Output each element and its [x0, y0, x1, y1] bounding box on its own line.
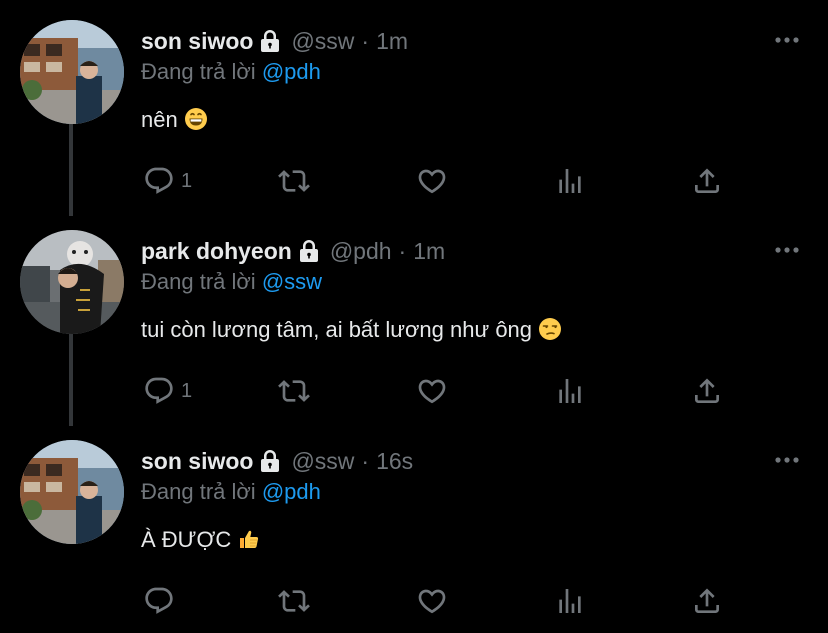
username-handle[interactable]: @ssw — [291, 448, 354, 475]
avatar[interactable] — [20, 20, 124, 124]
action-bar: 1 — [0, 374, 828, 408]
reply-icon — [143, 375, 175, 407]
share-icon — [691, 585, 723, 617]
action-bar: 1 — [0, 164, 828, 198]
grinning-face-emoji — [184, 107, 208, 131]
like-button[interactable] — [416, 164, 448, 198]
analytics-button[interactable] — [554, 584, 586, 618]
lock-icon — [298, 239, 320, 263]
tweet-1[interactable]: son siwoo @ssw · 1m Đang trả lời @pdh nê… — [0, 0, 828, 216]
reply-button[interactable] — [143, 584, 181, 618]
heart-icon — [416, 165, 448, 197]
retweet-icon — [278, 585, 310, 617]
tweet-2[interactable]: park dohyeon @pdh · 1m Đang trả lời @ssw… — [0, 210, 828, 426]
username-handle[interactable]: @ssw — [291, 28, 354, 55]
tweet-3[interactable]: son siwoo @ssw · 16s Đang trả lời @pdh À… — [0, 420, 828, 630]
reply-button[interactable]: 1 — [143, 164, 192, 198]
reply-icon — [143, 585, 175, 617]
more-options-icon[interactable] — [774, 30, 800, 50]
analytics-icon — [554, 375, 586, 407]
tweet-header: son siwoo @ssw · 1m — [141, 26, 408, 56]
mention-link[interactable]: @pdh — [262, 479, 321, 504]
share-icon — [691, 165, 723, 197]
heart-icon — [416, 585, 448, 617]
replying-to-label: Đang trả lời — [141, 269, 256, 294]
unamused-face-emoji — [538, 317, 562, 341]
display-name[interactable]: son siwoo — [141, 448, 253, 475]
separator: · — [398, 237, 407, 264]
more-options-icon[interactable] — [774, 240, 800, 260]
action-bar — [0, 584, 828, 618]
share-button[interactable] — [691, 374, 723, 408]
display-name[interactable]: son siwoo — [141, 28, 253, 55]
retweet-icon — [278, 375, 310, 407]
share-button[interactable] — [691, 164, 723, 198]
replying-to-label: Đang trả lời — [141, 479, 256, 504]
reply-icon — [143, 165, 175, 197]
timestamp[interactable]: 1m — [376, 28, 408, 55]
reply-button[interactable]: 1 — [143, 374, 192, 408]
more-options-icon[interactable] — [774, 450, 800, 470]
tweet-header: son siwoo @ssw · 16s — [141, 446, 413, 476]
analytics-icon — [554, 165, 586, 197]
like-button[interactable] — [416, 584, 448, 618]
separator: · — [361, 447, 370, 474]
mention-link[interactable]: @pdh — [262, 59, 321, 84]
tweet-text-content: nên — [141, 107, 178, 132]
tweet-header: park dohyeon @pdh · 1m — [141, 236, 445, 266]
tweet-text: nên — [141, 107, 208, 133]
timestamp[interactable]: 16s — [376, 448, 413, 475]
display-name[interactable]: park dohyeon — [141, 238, 292, 265]
reply-count: 1 — [181, 379, 193, 402]
retweet-icon — [278, 165, 310, 197]
retweet-button[interactable] — [278, 374, 310, 408]
tweet-text-content: À ĐƯỢC — [141, 527, 232, 552]
like-button[interactable] — [416, 374, 448, 408]
mention-link[interactable]: @ssw — [262, 269, 322, 294]
share-icon — [691, 375, 723, 407]
timestamp[interactable]: 1m — [413, 238, 445, 265]
replying-to: Đang trả lời @pdh — [141, 59, 321, 85]
reply-count: 1 — [181, 169, 193, 192]
analytics-button[interactable] — [554, 374, 586, 408]
tweet-text: tui còn lương tâm, ai bất lương như ông — [141, 317, 562, 343]
thumbs-up-emoji — [237, 527, 261, 551]
tweet-text-content: tui còn lương tâm, ai bất lương như ông — [141, 317, 533, 342]
share-button[interactable] — [691, 584, 723, 618]
retweet-button[interactable] — [278, 164, 310, 198]
lock-icon — [259, 449, 281, 473]
retweet-button[interactable] — [278, 584, 310, 618]
tweet-text: À ĐƯỢC — [141, 527, 261, 553]
avatar[interactable] — [20, 440, 124, 544]
heart-icon — [416, 375, 448, 407]
replying-to-label: Đang trả lời — [141, 59, 256, 84]
lock-icon — [259, 29, 281, 53]
avatar[interactable] — [20, 230, 124, 334]
analytics-icon — [554, 585, 586, 617]
username-handle[interactable]: @pdh — [330, 238, 392, 265]
replying-to: Đang trả lời @pdh — [141, 479, 321, 505]
analytics-button[interactable] — [554, 164, 586, 198]
separator: · — [361, 27, 370, 54]
replying-to: Đang trả lời @ssw — [141, 269, 322, 295]
